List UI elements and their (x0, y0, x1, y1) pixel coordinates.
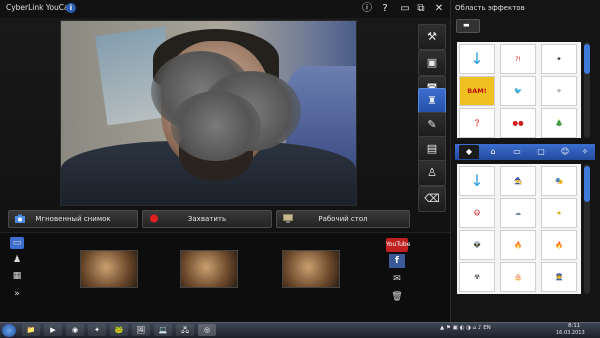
eraser-button[interactable]: ⌫ (418, 186, 446, 212)
title-bar: CyberLink YouCam i ⓘ ? ▭ ⧉ ✕ (0, 0, 450, 18)
person-add-icon: ♙ (427, 166, 437, 179)
effect-tile[interactable]: 🐦 (500, 76, 536, 106)
gallery-thumbnail[interactable] (282, 250, 340, 288)
taskbar-app-8[interactable]: 🖧 (176, 324, 194, 336)
webcam-preview (60, 20, 357, 206)
screen-button[interactable]: ▣ (418, 50, 446, 76)
tab-effects-2[interactable]: ⌂ (483, 145, 503, 159)
effects-grid-top: ↓ ?! ✦ BAM! 🐦 ✧ ❓ ●● 🎄 (457, 42, 581, 138)
effects-grid-bottom: ↓ 🧙 🎭 😷 ☁ ★ 👽 🔥 🔥 ☢ 🎂 👮 (457, 164, 581, 294)
view-toggle-icon: ▭ (12, 238, 22, 248)
gallery-thumbnail[interactable] (80, 250, 138, 288)
avatar-icon: ♜ (427, 94, 437, 107)
close-button[interactable]: ✕ (432, 2, 446, 16)
taskbar-app-youcam[interactable]: ◎ (198, 324, 216, 336)
taskbar-app-media[interactable]: ▶ (44, 324, 62, 336)
image-edit-button[interactable]: ▤ (418, 136, 446, 162)
avatar-effects-button[interactable]: ♜ (418, 88, 446, 114)
minimize-button[interactable]: ▭ (398, 2, 412, 16)
effects-category-tabs: ◆ ⌂ ▭ ▢ ☺ ✧ (455, 144, 595, 160)
windows-taskbar: 📁 ▶ ◉ ✦ 🐸 🖼 💻 🖧 ◎ ▲ ⚑ ▣ ◐ ◑ ⌂ ♪ EN 8:11 … (0, 322, 600, 338)
effect-tile[interactable]: 🔥 (500, 230, 536, 260)
effect-tile[interactable]: 😷 (459, 198, 495, 228)
youcam-window: CyberLink YouCam i ⓘ ? ▭ ⧉ ✕ Мгновенный … (0, 0, 450, 323)
effect-tile[interactable]: 👮 (541, 262, 577, 292)
expand-icon: » (14, 289, 20, 299)
effect-tile[interactable]: ★ (541, 198, 577, 228)
video-filter-button[interactable]: ▦ (10, 270, 24, 282)
tab-effects-6[interactable]: ✧ (575, 145, 595, 159)
screen-icon: ▣ (426, 56, 438, 69)
gallery-thumbnail[interactable] (180, 250, 238, 288)
view-toggle-button[interactable]: ▭ (10, 237, 24, 249)
folder-icon: ▬ (463, 21, 470, 29)
delete-button[interactable]: 🗑 (389, 290, 405, 304)
restore-button[interactable]: ⧉ (414, 2, 428, 16)
email-button[interactable]: ✉ (389, 272, 405, 286)
tab-effects-3[interactable]: ▭ (507, 145, 527, 159)
taskbar-app-4[interactable]: ✦ (88, 324, 106, 336)
eraser-icon: ⌫ (424, 192, 440, 205)
tab-effects-5[interactable]: ☺ (555, 145, 575, 159)
effect-tile[interactable]: 🔥 (541, 230, 577, 260)
effect-tile[interactable]: ✧ (541, 76, 577, 106)
tab-effects-4[interactable]: ▢ (531, 145, 551, 159)
brush-button[interactable]: ✎ (418, 112, 446, 138)
brush-icon: ✎ (427, 118, 437, 131)
effects-bottom-scrollbar[interactable] (584, 164, 590, 294)
desktop-capture-button[interactable]: Рабочий стол (276, 210, 410, 228)
start-button[interactable] (2, 324, 16, 337)
person-icon: ♟ (12, 255, 22, 265)
tab-effects-1[interactable]: ◆ (459, 145, 479, 159)
effects-top-scrollbar[interactable] (584, 42, 590, 138)
face-tracking-button[interactable]: ♙ (418, 160, 446, 186)
tools-button[interactable]: ⚒ (418, 24, 446, 50)
effect-tile[interactable]: ☁ (500, 198, 536, 228)
tools-icon: ⚒ (427, 30, 437, 43)
effect-tile[interactable]: ☢ (459, 262, 495, 292)
youtube-upload-button[interactable]: YouTube (386, 238, 410, 252)
help-button[interactable]: ? (378, 2, 392, 16)
expand-button[interactable]: » (10, 288, 24, 300)
download-effect-tile[interactable]: ↓ (459, 166, 495, 196)
facebook-share-button[interactable]: f (389, 254, 405, 268)
film-icon: ▦ (12, 271, 22, 281)
taskbar-app-5[interactable]: 🐸 (110, 324, 128, 336)
taskbar-app-7[interactable]: 💻 (154, 324, 172, 336)
info-badge-icon[interactable]: i (66, 3, 76, 13)
effect-tile[interactable]: ✦ (541, 44, 577, 74)
image-edit-icon: ▤ (426, 142, 438, 155)
taskbar-app-explorer[interactable]: 📁 (22, 324, 40, 336)
clock-date[interactable]: 16.03.2013 (556, 330, 585, 336)
taskbar-app-6[interactable]: 🖼 (132, 324, 150, 336)
effect-tile[interactable]: BAM! (459, 76, 495, 106)
taskbar-app-browser[interactable]: ◉ (66, 324, 84, 336)
effect-tile[interactable]: 👽 (459, 230, 495, 260)
info-button[interactable]: ⓘ (360, 2, 374, 16)
clock-time[interactable]: 8:11 (568, 323, 580, 329)
effect-tile[interactable]: ●● (500, 108, 536, 138)
record-button[interactable]: Захватить (142, 210, 272, 228)
effects-library-button[interactable]: ▬ (456, 19, 480, 33)
effect-tile[interactable]: 🎄 (541, 108, 577, 138)
person-filter-button[interactable]: ♟ (10, 254, 24, 266)
effect-tile[interactable]: ?! (500, 44, 536, 74)
system-tray[interactable]: ▲ ⚑ ▣ ◐ ◑ ⌂ ♪ EN (440, 325, 491, 331)
effect-tile[interactable]: 🧙 (500, 166, 536, 196)
snapshot-button[interactable]: Мгновенный снимок (8, 210, 138, 228)
effects-panel-title: Область эффектов (455, 4, 525, 12)
effect-tile[interactable]: ❓ (459, 108, 495, 138)
effect-tile[interactable]: 🎂 (500, 262, 536, 292)
effect-tile[interactable]: 🎭 (541, 166, 577, 196)
download-effect-tile[interactable]: ↓ (459, 44, 495, 74)
